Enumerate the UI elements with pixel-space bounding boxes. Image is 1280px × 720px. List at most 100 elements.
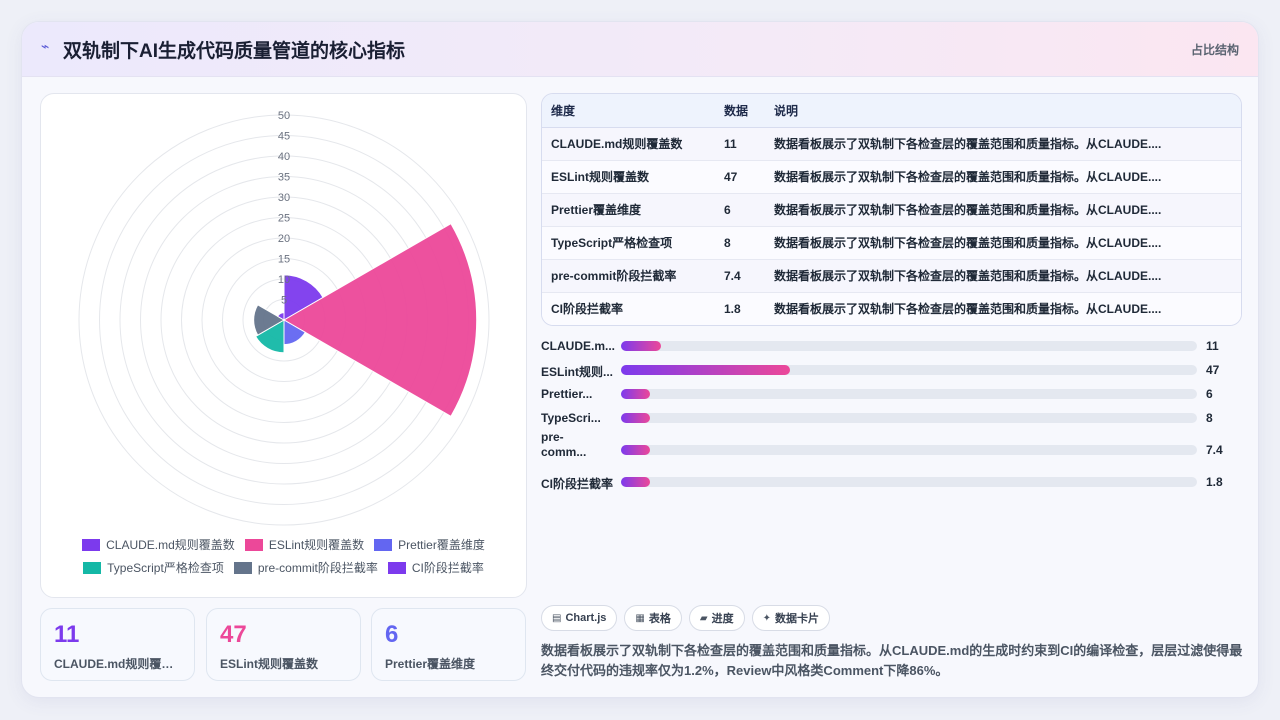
legend-item[interactable]: pre-commit阶段拦截率 (233, 559, 378, 576)
dashboard-card: ⌁ 双轨制下AI生成代码质量管道的核心指标 占比结构 5 10 15 20 25 30 35… (21, 21, 1259, 698)
table-cell: 1.8 (715, 292, 765, 325)
progress-track (621, 413, 1197, 423)
radial-tick-label: 40 (278, 151, 290, 163)
radial-tick-label: 20 (278, 233, 290, 245)
progress-track (621, 477, 1197, 487)
legend-item[interactable]: Prettier覆盖维度 (374, 536, 485, 553)
table-cell: pre-commit阶段拦截率 (542, 259, 715, 293)
table-cell: CLAUDE.md规则覆盖数 (542, 127, 715, 161)
table-cell: Prettier覆盖维度 (542, 193, 715, 227)
progress-value: 47 (1206, 363, 1220, 377)
table-cell: TypeScript严格检查项 (542, 226, 715, 260)
progress-label: CI阶段拦截率 (541, 477, 614, 491)
radial-tick-label: 50 (278, 110, 290, 122)
progress-track (621, 445, 1197, 455)
description-text: 数据看板展示了双轨制下各检查层的覆盖范围和质量指标。从CLAUDE.md的生成时… (541, 643, 1243, 678)
progress-fill (621, 413, 650, 423)
progress-label: TypeScri... (541, 411, 601, 425)
table-cell: 8 (715, 226, 765, 260)
legend-item[interactable]: TypeScript严格检查项 (83, 559, 224, 576)
progress-fill (621, 389, 650, 399)
legend-item[interactable]: ESLint规则覆盖数 (244, 536, 364, 553)
polar-segment[interactable] (283, 222, 478, 418)
table-cell: 数据看板展示了双轨制下各检查层的覆盖范围和质量指标。从CLAUDE.... (765, 127, 1241, 161)
page-title: 双轨制下AI生成代码质量管道的核心指标 (63, 41, 406, 62)
table-cell: 数据看板展示了双轨制下各检查层的覆盖范围和质量指标。从CLAUDE.... (765, 160, 1241, 194)
table-cell: 数据看板展示了双轨制下各检查层的覆盖范围和质量指标。从CLAUDE.... (765, 226, 1241, 260)
kpi-value: 47 (220, 621, 247, 648)
progress-value: 6 (1206, 387, 1213, 401)
header-bar: ⌁ 双轨制下AI生成代码质量管道的核心指标 占比结构 (22, 22, 1258, 77)
tag-progress[interactable]: ▰ 进度 (688, 605, 745, 631)
table-header-cell: 数据 (715, 94, 765, 128)
tag-label: 进度 (711, 613, 734, 625)
table-cell: 47 (715, 160, 765, 194)
table-row: TypeScript严格检查项 8 数据看板展示了双轨制下各检查层的覆盖范围和质… (542, 226, 1241, 260)
progress-fill (621, 365, 790, 375)
tag-label: Chart.js (565, 612, 607, 624)
table-icon: ▦ (635, 612, 645, 624)
table-cell: 6 (715, 193, 765, 227)
legend-item[interactable]: CLAUDE.md规则覆盖数 (82, 536, 235, 553)
table-row: CLAUDE.md规则覆盖数 11 数据看板展示了双轨制下各检查层的覆盖范围和质… (542, 127, 1241, 161)
progress-track (621, 389, 1197, 399)
progress-row: TypeScri... 8 (541, 406, 1242, 430)
legend-item[interactable]: CI阶段拦截率 (387, 559, 484, 576)
progress-value: 7.4 (1206, 443, 1223, 457)
radial-tick-label: 25 (278, 213, 290, 225)
progress-row: CI阶段拦截率 1.8 (541, 470, 1242, 494)
legend-swatch (83, 561, 102, 574)
kpi-value: 11 (54, 621, 80, 648)
table-cell: ESLint规则覆盖数 (542, 160, 715, 194)
table-row: Prettier覆盖维度 6 数据看板展示了双轨制下各检查层的覆盖范围和质量指标… (542, 193, 1241, 227)
kpi-label: CLAUDE.md规则覆盖数 (54, 657, 184, 671)
table-row: CI阶段拦截率 1.8 数据看板展示了双轨制下各检查层的覆盖范围和质量指标。从C… (542, 292, 1241, 325)
table-row: pre-commit阶段拦截率 7.4 数据看板展示了双轨制下各检查层的覆盖范围… (542, 259, 1241, 293)
polar-area-chart: 5 10 15 20 25 30 35 40 45 50 (78, 110, 490, 526)
progress-label: ESLint规则... (541, 365, 614, 379)
table-cell: 7.4 (715, 259, 765, 293)
chart-legend: CLAUDE.md规则覆盖数 ESLint规则覆盖数 Prettier覆盖维度 Typ… (41, 536, 526, 576)
progress-icon: ▰ (699, 612, 708, 624)
radial-tick-label: 5 (281, 295, 287, 307)
progress-value: 11 (1206, 339, 1219, 353)
legend-swatch (387, 561, 406, 574)
legend-swatch (374, 538, 393, 551)
kpi-label: Prettier覆盖维度 (385, 657, 476, 671)
legend-swatch (233, 561, 252, 574)
progress-label: pre-comm... (541, 430, 587, 459)
legend-label: pre-commit阶段拦截率 (257, 561, 378, 575)
progress-row: ESLint规则... 47 (541, 358, 1242, 382)
progress-row: pre-comm... 7.4 (541, 430, 1242, 470)
progress-track (621, 341, 1197, 351)
tag-sparkle[interactable]: ✦ 数据卡片 (751, 605, 830, 631)
kpi-value: 6 (385, 621, 399, 648)
kpi-label: ESLint规则覆盖数 (220, 657, 318, 671)
progress-fill (621, 341, 661, 351)
legend-swatch (82, 538, 101, 551)
radial-tick-label: 30 (278, 192, 290, 204)
radial-tick-label: 45 (278, 131, 290, 143)
progress-fill (621, 477, 650, 487)
header-badge: 占比结构 (1190, 43, 1239, 57)
progress-fill (621, 445, 650, 455)
tag-chart[interactable]: ▤ Chart.js (541, 605, 618, 631)
sparkle-icon: ✦ (762, 612, 771, 624)
progress-label: Prettier... (541, 387, 593, 401)
legend-label: Prettier覆盖维度 (398, 538, 485, 552)
table-header-cell: 维度 (542, 94, 715, 128)
table-cell: CI阶段拦截率 (542, 292, 715, 325)
tag-label: 表格 (648, 613, 671, 625)
tag-list: ▤ Chart.js ▦ 表格 ▰ 进度 ✦ 数据卡片 (541, 605, 830, 631)
table-header-row: 维度 数据 说明 (542, 94, 1241, 128)
table-cell: 11 (715, 127, 765, 161)
table-cell: 数据看板展示了双轨制下各检查层的覆盖范围和质量指标。从CLAUDE.... (765, 193, 1241, 227)
chart-icon: ⌁ (41, 39, 50, 55)
tag-table[interactable]: ▦ 表格 (624, 605, 682, 631)
legend-swatch (244, 538, 263, 551)
kpi-card-eslint: 47 ESLint规则覆盖数 (206, 608, 361, 681)
kpi-card-claude: 11 CLAUDE.md规则覆盖数 (40, 608, 195, 681)
table-row: ESLint规则覆盖数 47 数据看板展示了双轨制下各检查层的覆盖范围和质量指标… (542, 160, 1241, 194)
table-header-cell: 说明 (765, 94, 1241, 128)
progress-row: Prettier... 6 (541, 382, 1242, 406)
